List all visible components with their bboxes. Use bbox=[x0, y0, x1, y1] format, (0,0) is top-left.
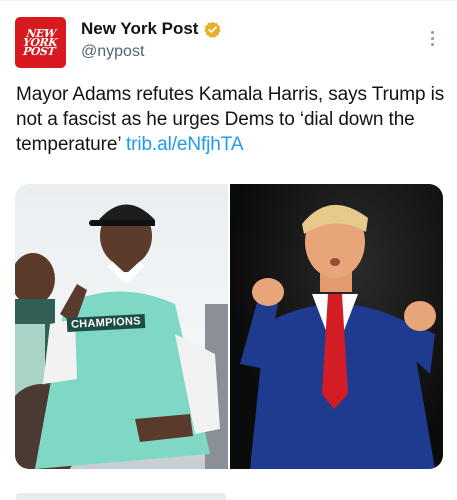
avatar[interactable]: NEW YORK POST bbox=[15, 17, 66, 68]
media-image-trump[interactable] bbox=[230, 184, 443, 469]
post-meta-partial bbox=[16, 488, 436, 500]
media-grid: CHAMPIONS bbox=[15, 184, 443, 469]
post-card[interactable]: NEW YORK POST New York Post @nypost Mayo… bbox=[0, 0, 457, 500]
author-name-row: New York Post bbox=[81, 19, 222, 39]
more-options-icon[interactable] bbox=[424, 26, 440, 50]
media-image-adams[interactable]: CHAMPIONS bbox=[15, 184, 228, 469]
new-york-post-logo-icon: NEW YORK POST bbox=[22, 27, 59, 58]
display-name[interactable]: New York Post bbox=[81, 19, 198, 39]
post-text: Mayor Adams refutes Kamala Harris, says … bbox=[16, 82, 446, 157]
trump-photo-illustration bbox=[240, 204, 436, 469]
verified-badge-icon[interactable] bbox=[204, 21, 222, 38]
post-link[interactable]: trib.al/eNfjhTA bbox=[126, 134, 244, 155]
handle[interactable]: @nypost bbox=[81, 43, 144, 61]
